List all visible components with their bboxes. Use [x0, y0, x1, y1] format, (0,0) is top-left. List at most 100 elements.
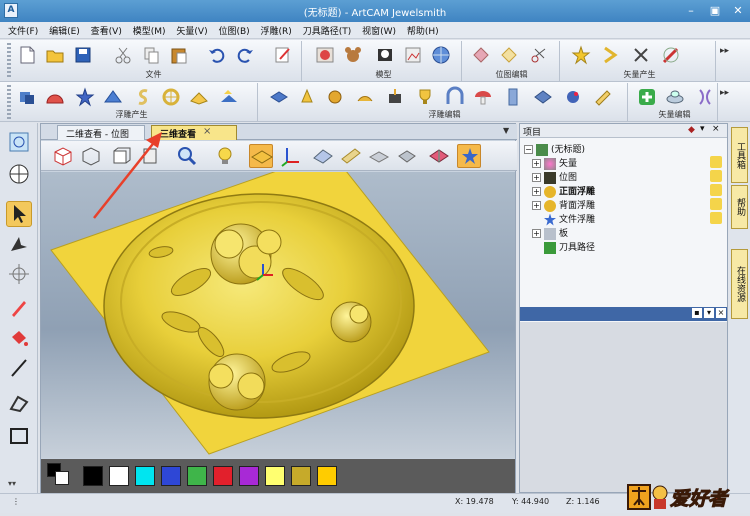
- visibility-bulb-icon[interactable]: [710, 212, 722, 224]
- menu-vector[interactable]: 矢量(V): [172, 22, 211, 37]
- tab-menu-chevron-icon[interactable]: ▼: [503, 126, 509, 135]
- iso-view-icon[interactable]: [51, 144, 75, 168]
- relief-plate-icon[interactable]: [268, 86, 290, 108]
- toolbar-overflow-icon-2[interactable]: ▸▸: [720, 88, 750, 98]
- transform-icon[interactable]: [6, 261, 32, 287]
- vector-pen-icon[interactable]: [660, 44, 682, 66]
- tree-item-back-relief[interactable]: + 背面浮雕: [532, 198, 595, 212]
- vector-warp-icon[interactable]: [694, 86, 716, 108]
- tree-item-front-relief[interactable]: + 正面浮雕: [532, 184, 595, 198]
- expand-icon[interactable]: +: [532, 201, 541, 210]
- splitter-close-icon[interactable]: ×: [716, 308, 726, 318]
- swatch-red[interactable]: [213, 466, 233, 486]
- vector-chevron-icon[interactable]: [600, 44, 622, 66]
- relief-knot-icon[interactable]: [160, 86, 182, 108]
- paste-icon[interactable]: [168, 44, 190, 66]
- zoom-icon[interactable]: [175, 144, 199, 168]
- collapse-icon[interactable]: −: [524, 145, 533, 154]
- globe-model-icon[interactable]: [430, 44, 452, 66]
- copy-icon[interactable]: [140, 44, 162, 66]
- relief-bitmap-icon[interactable]: [218, 86, 240, 108]
- light-bulb-icon[interactable]: [213, 144, 237, 168]
- menu-model[interactable]: 模型(M): [129, 22, 170, 37]
- swatch-light-yellow[interactable]: [265, 466, 285, 486]
- visibility-bulb-icon[interactable]: [710, 184, 722, 196]
- undo-icon[interactable]: [206, 44, 228, 66]
- plane-view-icon[interactable]: [249, 144, 273, 168]
- relief-tile-icon[interactable]: [532, 86, 554, 108]
- relief-arrow-icon[interactable]: [102, 86, 124, 108]
- teddy-bear-icon[interactable]: [342, 44, 364, 66]
- relief-erase-icon[interactable]: [592, 86, 614, 108]
- tree-item-file-relief[interactable]: 文件浮雕: [544, 212, 595, 226]
- menu-relief[interactable]: 浮雕(R): [257, 22, 296, 37]
- close-button[interactable]: ✕: [727, 2, 749, 20]
- tree-root[interactable]: − (无标题): [524, 142, 585, 156]
- relief-smooth-icon[interactable]: [354, 86, 376, 108]
- tree-item-bitmaps[interactable]: + 位图: [532, 170, 577, 184]
- colour-shade-icon[interactable]: [427, 144, 451, 168]
- swatch-olive[interactable]: [291, 466, 311, 486]
- swatch-gold[interactable]: [317, 466, 337, 486]
- expand-icon[interactable]: +: [532, 229, 541, 238]
- line-tool-icon[interactable]: [6, 355, 32, 381]
- background-colour-swatch[interactable]: [55, 471, 69, 485]
- relief-bell-icon[interactable]: [296, 86, 318, 108]
- relief-dome-icon[interactable]: [44, 86, 66, 108]
- minimize-button[interactable]: –: [680, 2, 702, 20]
- vector-lathe-icon[interactable]: [664, 86, 686, 108]
- splitter-pin-icon[interactable]: ▪: [692, 308, 702, 318]
- relief-drop-icon[interactable]: [384, 86, 406, 108]
- side-tab-toolbox[interactable]: 工具箱: [731, 127, 748, 183]
- flood-fill-icon[interactable]: [6, 391, 32, 417]
- panel-pin-icon[interactable]: ◆: [688, 125, 695, 135]
- swatch-cyan[interactable]: [135, 466, 155, 486]
- menu-view[interactable]: 查看(V): [87, 22, 126, 37]
- swatch-green[interactable]: [187, 466, 207, 486]
- relief-trophy-icon[interactable]: [414, 86, 436, 108]
- select-arrow-icon[interactable]: [6, 201, 32, 227]
- material-icon[interactable]: [339, 144, 363, 168]
- tree-item-slab[interactable]: + 板: [532, 226, 568, 240]
- tree-item-toolpaths[interactable]: 刀具路径: [544, 240, 595, 254]
- close-tab-icon[interactable]: ×: [203, 126, 211, 137]
- save-icon[interactable]: [72, 44, 94, 66]
- pencil-icon[interactable]: [6, 295, 32, 321]
- model-relief-icon[interactable]: [314, 44, 336, 66]
- new-file-icon[interactable]: [16, 44, 38, 66]
- vector-star-icon[interactable]: [570, 44, 592, 66]
- texture-icon[interactable]: [311, 144, 335, 168]
- menu-file[interactable]: 文件(F): [0, 22, 42, 37]
- slab-icon[interactable]: [367, 144, 391, 168]
- toolbar-overflow-icon[interactable]: ▸▸: [720, 46, 750, 56]
- side-tab-help[interactable]: 帮助: [731, 185, 748, 229]
- panel-close-icon[interactable]: ×: [712, 124, 720, 134]
- menu-edit[interactable]: 编辑(E): [45, 22, 84, 37]
- expand-icon[interactable]: +: [532, 159, 541, 168]
- relief-arch-icon[interactable]: [444, 86, 466, 108]
- paint-bucket-icon[interactable]: [6, 325, 32, 351]
- relief-star-icon[interactable]: [74, 86, 96, 108]
- expand-icon[interactable]: +: [532, 187, 541, 196]
- menu-window[interactable]: 视窗(W): [358, 22, 400, 37]
- visibility-bulb-icon[interactable]: [710, 170, 722, 182]
- node-edit-icon[interactable]: [6, 231, 32, 257]
- relief-column-icon[interactable]: [502, 86, 524, 108]
- relief-planet-icon[interactable]: [562, 86, 584, 108]
- bitmap-scissors-icon[interactable]: [528, 44, 550, 66]
- shell-view-icon[interactable]: [395, 144, 419, 168]
- visibility-bulb-icon[interactable]: [710, 156, 722, 168]
- menu-toolpath[interactable]: 刀具路径(T): [299, 22, 356, 37]
- relief-swirl-icon[interactable]: [132, 86, 154, 108]
- tree-item-vectors[interactable]: + 矢量: [532, 156, 577, 170]
- render-model-icon[interactable]: [374, 44, 396, 66]
- maximize-button[interactable]: ▣: [704, 2, 726, 20]
- bitmap-diamond-icon[interactable]: [498, 44, 520, 66]
- menu-help[interactable]: 帮助(H): [403, 22, 443, 37]
- cut-icon[interactable]: [112, 44, 134, 66]
- left-toolbar-overflow-icon[interactable]: ▾▾: [8, 479, 16, 488]
- colour-model-icon[interactable]: [402, 44, 424, 66]
- swatch-blue[interactable]: [161, 466, 181, 486]
- swatch-purple[interactable]: [239, 466, 259, 486]
- open-folder-icon[interactable]: [44, 44, 66, 66]
